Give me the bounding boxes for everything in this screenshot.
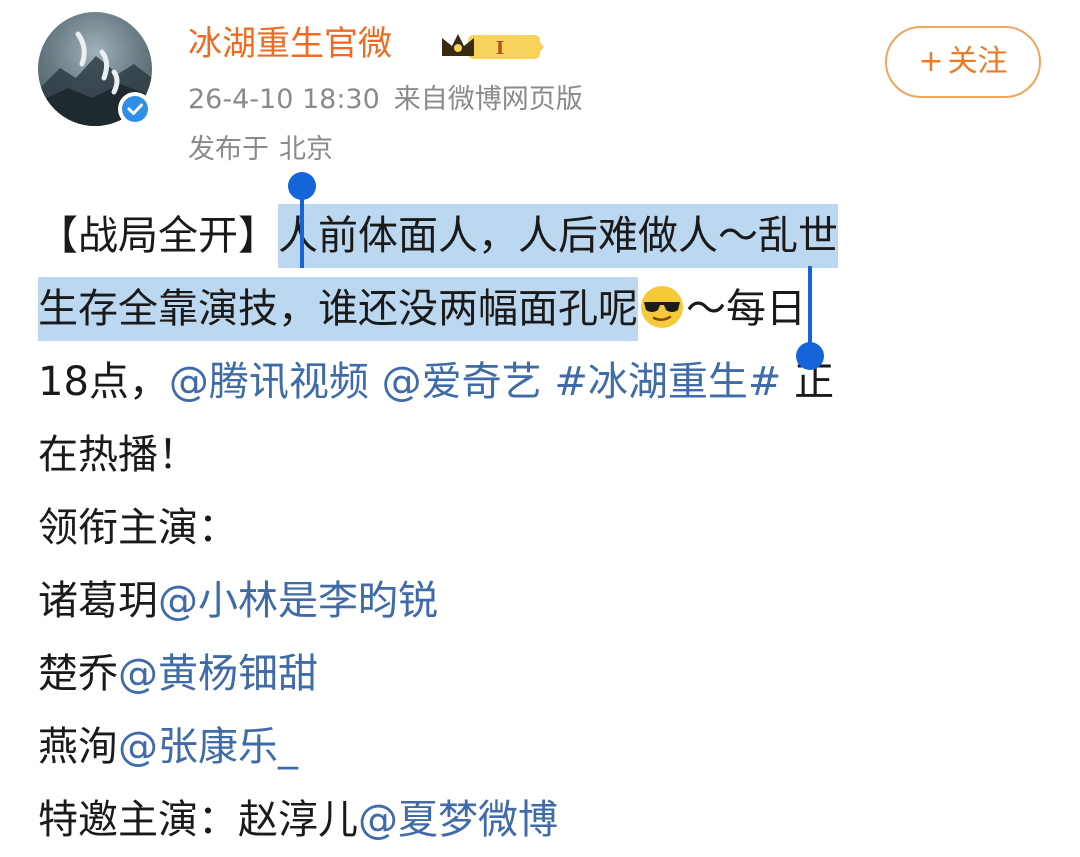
post-text: 特邀主演：赵淳儿 [38,797,358,843]
verified-badge-icon [118,92,152,126]
mention-link[interactable]: @张康乐_ [118,724,298,770]
plus-icon: + [918,44,944,79]
post-line-9: 特邀主演：赵淳儿@夏梦微博 [38,784,1058,857]
selected-text[interactable]: 人前体面人，人后难做人～乱世 [278,204,838,268]
post-source: 来自微博网页版 [393,84,583,115]
mention-link[interactable]: @腾讯视频 [169,359,369,405]
post-line-1: 【战局全开】人前体面人，人后难做人～乱世 [38,200,1058,273]
post-date: 26-4-10 18:30 [188,84,380,115]
mention-link[interactable]: @爱奇艺 [382,359,542,405]
post-text: 领衔主演： [38,505,238,551]
selection-end-bar [808,266,812,346]
post-location: 发布于 北京 [188,132,343,168]
selected-text[interactable]: 生存全靠演技，谁还没两幅面孔呢 [38,277,638,341]
selection-end-handle[interactable] [796,342,824,370]
sunglasses-emoji-icon [641,286,683,328]
mention-link[interactable]: @小林是李昀锐 [158,578,438,624]
post-text: 18点， [38,359,169,405]
post-line-6: 诸葛玥@小林是李昀锐 [38,565,1058,638]
role-name: 燕洵 [38,724,118,770]
mention-link[interactable]: @黄杨钿甜 [118,651,318,697]
post-line-8: 燕洵@张康乐_ [38,711,1058,784]
post-line-5: 领衔主演： [38,492,1058,565]
location-label: 发布于 [188,134,269,165]
post-meta: 26-4-10 18:30 来自微博网页版 [188,82,597,118]
post-line-4: 在热播！ [38,419,1058,492]
post-text: ～每日 [686,286,806,332]
account-name[interactable]: 冰湖重生官微 [188,22,392,66]
post-text: 在热播！ [38,432,198,478]
vip-crown-badge-icon: I [442,34,544,59]
post-line-3: 18点，@腾讯视频 @爱奇艺 #冰湖重生# 正 [38,346,1058,419]
follow-button[interactable]: + 关注 [885,26,1041,98]
follow-label: 关注 [947,44,1008,79]
selection-start-bar [300,190,304,268]
role-name: 诸葛玥 [38,578,158,624]
post-line-7: 楚乔@黄杨钿甜 [38,638,1058,711]
post-content[interactable]: 【战局全开】人前体面人，人后难做人～乱世 生存全靠演技，谁还没两幅面孔呢 ～每日… [38,200,1058,857]
post-line-2: 生存全靠演技，谁还没两幅面孔呢 ～每日 [38,273,1058,346]
role-name: 楚乔 [38,651,118,697]
mention-link[interactable]: @夏梦微博 [358,797,558,843]
vip-level: I [496,38,504,59]
post-topic-tag: 【战局全开】 [38,213,278,259]
location-value: 北京 [279,134,333,165]
hashtag-link[interactable]: #冰湖重生# [554,359,781,405]
